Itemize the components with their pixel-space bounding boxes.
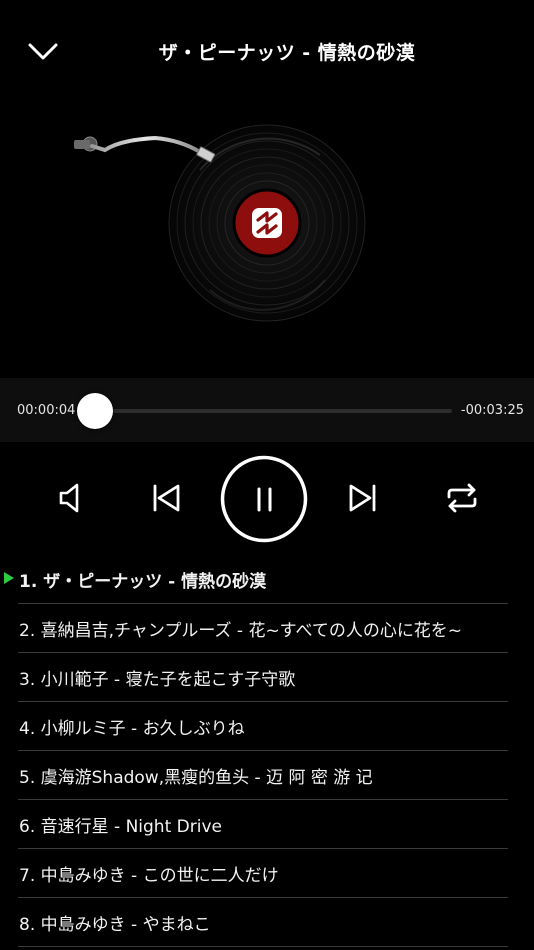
skip-previous-icon[interactable] [148, 480, 184, 516]
pause-button[interactable] [220, 455, 308, 543]
seek-bar[interactable] [77, 393, 452, 429]
playlist-item-label: 3. 小川範子 - 寝た子を起こす子守歌 [19, 670, 296, 690]
playlist-item[interactable]: 1. ザ・ピーナッツ - 情熱の砂漠 [4, 555, 508, 604]
turntable-artwork [60, 100, 380, 350]
playlist-item[interactable]: 2. 喜納昌吉,チャンプルーズ - 花~すべての人の心に花を~ [18, 604, 508, 653]
pause-icon [220, 455, 308, 543]
playback-controls [0, 452, 534, 546]
playlist-item[interactable]: 6. 音速行星 - Night Drive [18, 800, 508, 849]
speaker-icon[interactable] [52, 480, 86, 516]
now-playing-icon [4, 572, 14, 584]
playlist-item-label: 4. 小柳ルミ子 - お久しぶりね [19, 719, 245, 739]
playlist-item-label: 6. 音速行星 - Night Drive [19, 817, 222, 837]
playlist-item[interactable]: 7. 中島みゆき - この世に二人だけ [18, 849, 508, 898]
skip-next-icon[interactable] [345, 480, 381, 516]
progress-panel: 00:00:04 -00:03:25 [0, 378, 534, 442]
playlist-item[interactable]: 8. 中島みゆき - やまねこ [18, 898, 508, 947]
playlist: 1. ザ・ピーナッツ - 情熱の砂漠 2. 喜納昌吉,チャンプルーズ - 花~すべ… [0, 555, 534, 947]
playlist-item[interactable]: 4. 小柳ルミ子 - お久しぶりね [18, 702, 508, 751]
music-app-logo-icon [252, 208, 282, 238]
player-header: ザ・ピーナッツ - 情熱の砂漠 [0, 0, 534, 100]
repeat-icon[interactable] [443, 480, 481, 516]
song-title: ザ・ピーナッツ - 情熱の砂漠 [158, 42, 416, 64]
playlist-item-label: 2. 喜納昌吉,チャンプルーズ - 花~すべての人の心に花を~ [19, 621, 463, 641]
chevron-down-icon[interactable] [24, 36, 62, 68]
playlist-item[interactable]: 3. 小川範子 - 寝た子を起こす子守歌 [18, 653, 508, 702]
seek-thumb[interactable] [77, 393, 114, 429]
elapsed-time: 00:00:04 [17, 403, 76, 418]
remaining-time: -00:03:25 [460, 403, 524, 418]
playlist-item-label: 5. 虞海游Shadow,黑瘦的鱼头 - 迈 阿 密 游 记 [19, 768, 373, 788]
playlist-item-label: 8. 中島みゆき - やまねこ [19, 915, 211, 935]
playlist-item-label: 1. ザ・ピーナッツ - 情熱の砂漠 [19, 572, 267, 592]
playlist-item[interactable]: 5. 虞海游Shadow,黑瘦的鱼头 - 迈 阿 密 游 记 [18, 751, 508, 800]
playlist-item-label: 7. 中島みゆき - この世に二人だけ [19, 866, 279, 886]
